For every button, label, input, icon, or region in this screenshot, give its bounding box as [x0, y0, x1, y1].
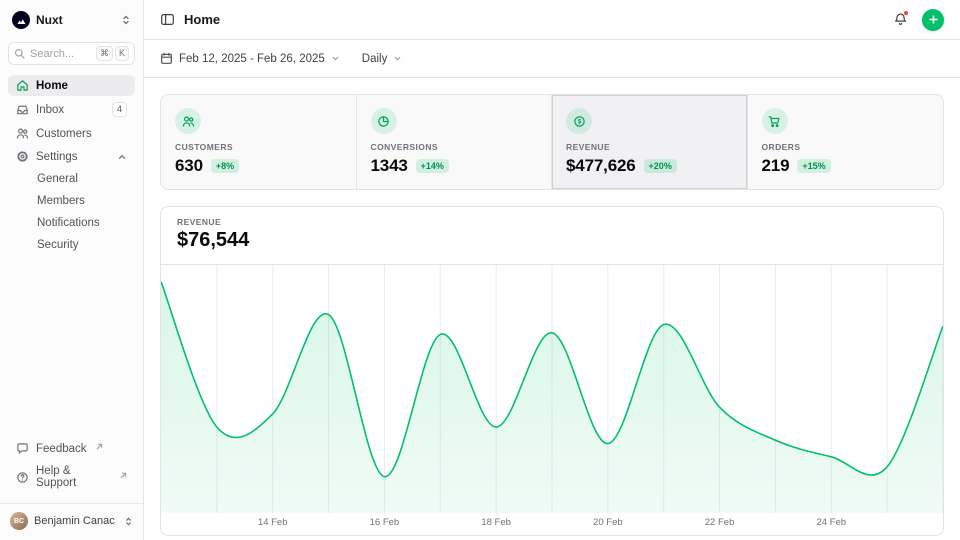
stat-card-conversions[interactable]: CONVERSIONS 1343 +14% — [357, 95, 553, 189]
external-link-icon — [120, 472, 127, 479]
stat-delta-badge: +15% — [797, 159, 830, 173]
x-axis-label: 22 Feb — [705, 517, 735, 528]
main-area: Home Feb 12, 2025 - Feb 26, 2025 — [144, 0, 960, 540]
stat-label: ORDERS — [762, 142, 930, 152]
search-icon — [14, 48, 25, 59]
stat-label: CONVERSIONS — [371, 142, 538, 152]
kbd-k: K — [115, 46, 129, 61]
home-icon — [16, 79, 29, 92]
sidebar-item-inbox[interactable]: Inbox 4 — [8, 98, 135, 121]
sidebar-nav: Home Inbox 4 Customers Settings — [8, 75, 135, 255]
x-axis-label: 16 Feb — [370, 517, 400, 528]
sidebar-footer: Feedback Help & Support BC Benjamin Cana… — [8, 438, 135, 532]
team-name: Nuxt — [36, 13, 63, 27]
kbd-cmd: ⌘ — [96, 46, 113, 61]
gear-icon — [16, 150, 29, 163]
inbox-icon — [16, 103, 29, 116]
message-icon — [16, 442, 29, 455]
sidebar-item-members[interactable]: Members — [8, 191, 135, 211]
avatar: BC — [10, 512, 28, 530]
top-header: Home — [144, 0, 960, 40]
chevron-down-icon — [331, 54, 340, 63]
footer-link-label: Help & Support — [36, 465, 111, 489]
granularity-label: Daily — [362, 53, 388, 65]
stat-delta-badge: +8% — [211, 159, 239, 173]
stat-card-revenue[interactable]: $ REVENUE $477,626 +20% — [552, 95, 748, 189]
chart-x-axis: 14 Feb 16 Feb 18 Feb 20 Feb 22 Feb 24 Feb — [161, 513, 943, 535]
calendar-icon — [160, 52, 173, 65]
stat-value: $477,626 — [566, 156, 636, 176]
x-axis-label: 14 Feb — [258, 517, 288, 528]
user-name: Benjamin Canac — [34, 515, 115, 527]
sidebar-item-general[interactable]: General — [8, 169, 135, 189]
chevron-up-down-icon — [124, 516, 133, 527]
granularity-select[interactable]: Daily — [362, 53, 403, 65]
help-support-link[interactable]: Help & Support — [8, 461, 135, 493]
stat-label: CUSTOMERS — [175, 142, 342, 152]
sidebar-item-settings[interactable]: Settings — [8, 146, 135, 167]
chevron-down-icon — [393, 54, 402, 63]
cart-icon — [762, 108, 788, 134]
sidebar-item-label: Settings — [36, 151, 78, 163]
feedback-link[interactable]: Feedback — [8, 438, 135, 459]
nuxt-logo-icon — [12, 11, 30, 29]
chart-pie-icon — [371, 108, 397, 134]
svg-text:$: $ — [577, 118, 581, 125]
stat-value: 630 — [175, 156, 203, 176]
search-placeholder: Search... — [30, 48, 74, 60]
chevron-up-icon — [117, 152, 127, 162]
sidebar-item-label: Inbox — [36, 104, 64, 116]
stat-delta-badge: +14% — [416, 159, 449, 173]
dollar-circle-icon: $ — [566, 108, 592, 134]
stat-card-orders[interactable]: ORDERS 219 +15% — [748, 95, 944, 189]
add-button[interactable] — [922, 9, 944, 31]
x-axis-label: 20 Feb — [593, 517, 623, 528]
x-axis-label: 18 Feb — [481, 517, 511, 528]
sidebar-item-label: Home — [36, 80, 68, 92]
sidebar: Nuxt Search... ⌘ K Home — [0, 0, 144, 540]
sidebar-toggle-icon[interactable] — [160, 12, 175, 27]
filter-toolbar: Feb 12, 2025 - Feb 26, 2025 Daily — [144, 40, 960, 78]
users-icon — [175, 108, 201, 134]
chevron-up-down-icon — [121, 14, 131, 26]
revenue-chart-card: REVENUE $76,544 14 Feb 16 Feb 18 Feb 20 Feb… — [160, 206, 944, 536]
help-circle-icon — [16, 471, 29, 484]
sidebar-item-customers[interactable]: Customers — [8, 123, 135, 144]
topbar-actions — [893, 9, 944, 31]
stat-value: 219 — [762, 156, 790, 176]
search-input[interactable]: Search... ⌘ K — [8, 42, 135, 65]
sidebar-item-security[interactable]: Security — [8, 235, 135, 255]
stats-strip: CUSTOMERS 630 +8% CONVERSIONS 1343 +14% — [160, 94, 944, 190]
date-range-picker[interactable]: Feb 12, 2025 - Feb 26, 2025 — [160, 52, 340, 65]
external-link-icon — [96, 443, 103, 450]
x-axis-label: 24 Feb — [816, 517, 846, 528]
dashboard-app: Nuxt Search... ⌘ K Home — [0, 0, 960, 540]
chart-current-value: $76,544 — [177, 229, 927, 252]
date-range-label: Feb 12, 2025 - Feb 26, 2025 — [179, 53, 325, 65]
inbox-count-badge: 4 — [112, 102, 127, 117]
notification-dot — [903, 10, 909, 16]
stat-delta-badge: +20% — [644, 159, 677, 173]
stat-card-customers[interactable]: CUSTOMERS 630 +8% — [161, 95, 357, 189]
chart-title: REVENUE — [177, 217, 927, 227]
search-shortcut: ⌘ K — [96, 46, 129, 61]
notifications-button[interactable] — [893, 12, 908, 27]
team-switcher[interactable]: Nuxt — [8, 8, 135, 32]
page-content: CUSTOMERS 630 +8% CONVERSIONS 1343 +14% — [144, 78, 960, 540]
revenue-area-chart[interactable] — [161, 265, 943, 513]
stat-label: REVENUE — [566, 142, 733, 152]
footer-link-label: Feedback — [36, 443, 87, 455]
sidebar-item-notifications[interactable]: Notifications — [8, 213, 135, 233]
page-title: Home — [184, 12, 220, 27]
chart-svg — [161, 265, 943, 513]
user-menu[interactable]: BC Benjamin Canac — [0, 503, 143, 532]
users-icon — [16, 127, 29, 140]
sidebar-item-home[interactable]: Home — [8, 75, 135, 96]
sidebar-item-label: Customers — [36, 128, 92, 140]
chart-header: REVENUE $76,544 — [161, 207, 943, 265]
stat-value: 1343 — [371, 156, 408, 176]
